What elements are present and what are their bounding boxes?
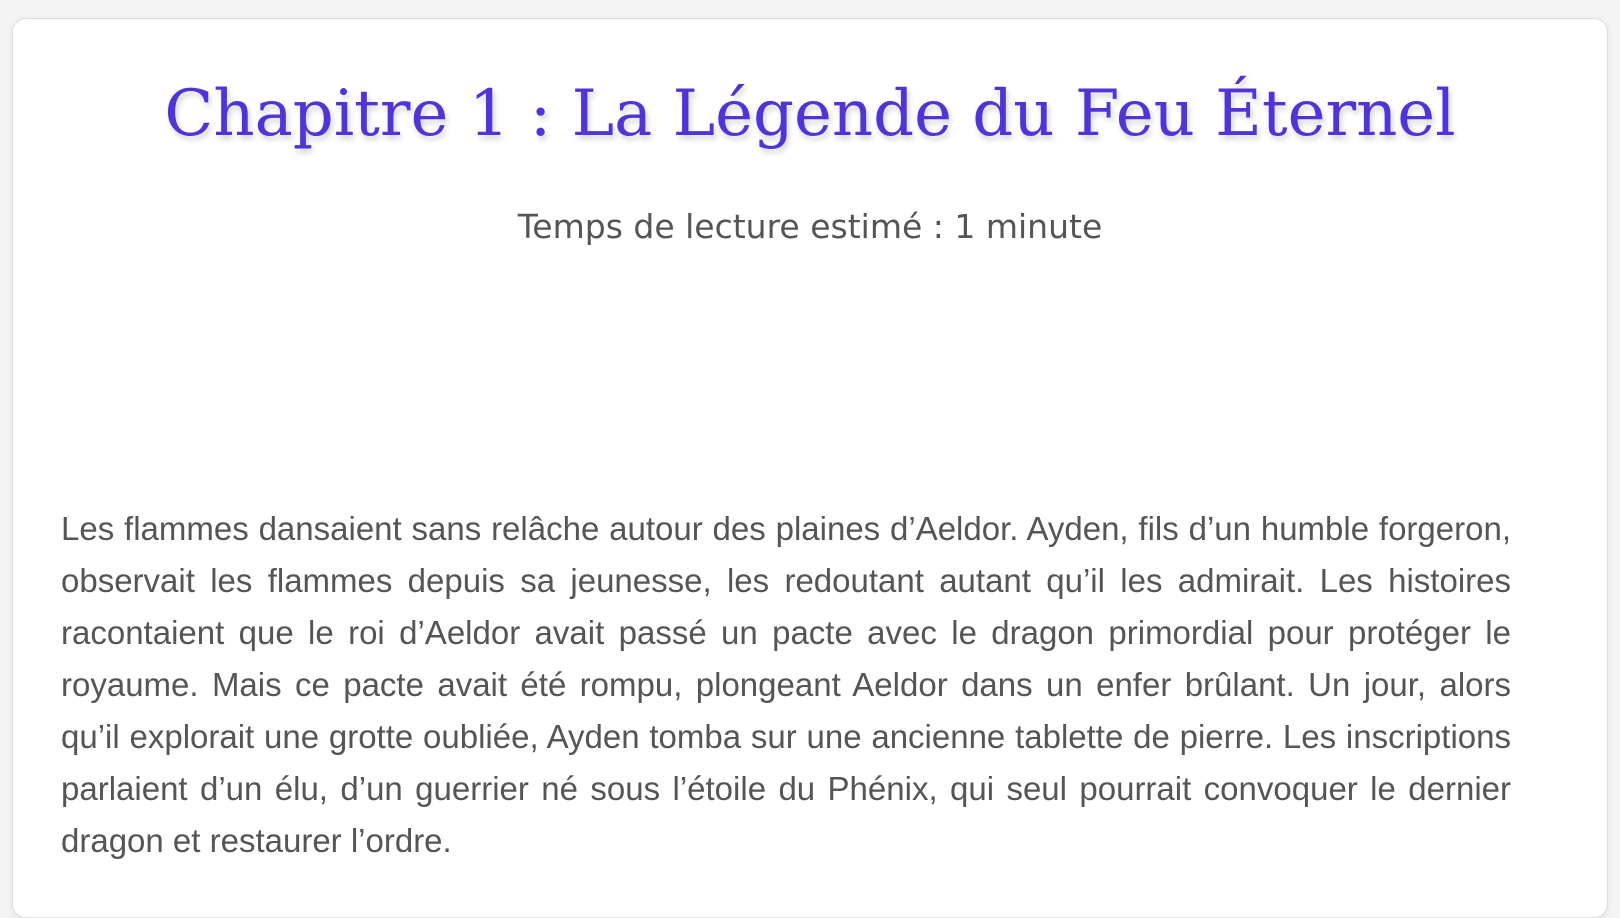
chapter-body-text: Les flammes dansaient sans relâche autou…: [61, 510, 1511, 859]
chapter-title: Chapitre 1 : La Légende du Feu Éternel: [164, 77, 1456, 151]
reading-time: Temps de lecture estimé : 1 minute: [517, 207, 1103, 246]
chapter-card: Chapitre 1 : La Légende du Feu Éternel T…: [12, 18, 1608, 918]
